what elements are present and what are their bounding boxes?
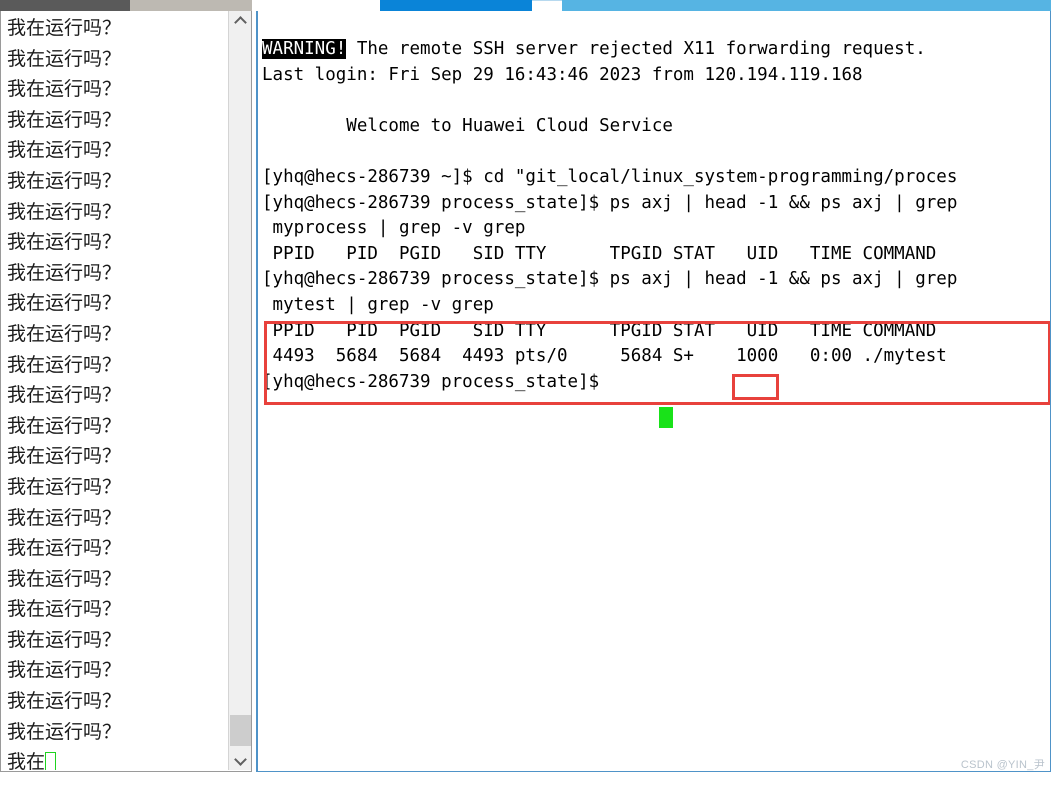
terminal-text: 4493 5684 5684 4493 pts/0 5684 S+ 1000 0…	[262, 346, 947, 367]
output-line: 我在运行吗？	[7, 353, 122, 376]
output-line: 我在运行吗？	[7, 261, 122, 284]
terminal-line: WARNING! The remote SSH server rejected …	[262, 37, 1050, 63]
scroll-down-arrow-icon[interactable]	[229, 750, 251, 770]
output-line: 我在运行吗？	[7, 506, 122, 529]
terminal-line: [yhq@hecs-286739 process_state]$ ps axj …	[262, 267, 1050, 293]
output-line: 我在运行吗？	[7, 598, 122, 621]
terminal-cursor	[659, 407, 673, 428]
output-line: 我在运行吗？	[7, 720, 122, 743]
terminal-text: [yhq@hecs-286739 process_state]$ ps axj …	[262, 192, 958, 213]
output-line: 我在运行吗？	[7, 108, 122, 131]
output-cursor	[45, 752, 57, 770]
ssh-terminal-window[interactable]: WARNING! The remote SSH server rejected …	[256, 11, 1051, 772]
terminal-line: mytest | grep -v grep	[262, 293, 1050, 319]
terminal-line: [yhq@hecs-286739 process_state]$ ps axj …	[262, 191, 1050, 217]
terminal-text: [yhq@hecs-286739 process_state]$ ps axj …	[262, 269, 958, 290]
terminal-text: PPID PID PGID SID TTY TPGID STAT UID TIM…	[262, 320, 937, 341]
output-line: 我在运行吗？	[7, 628, 122, 651]
chrome-gap	[252, 0, 380, 11]
scroll-up-arrow-icon[interactable]	[229, 11, 251, 31]
output-line: 我在运行吗？	[7, 384, 122, 407]
output-line: 我在运行吗？	[7, 169, 122, 192]
terminal-text: Last login: Fri Sep 29 16:43:46 2023 fro…	[262, 64, 863, 85]
output-line: 我在运行吗？	[7, 445, 122, 468]
terminal-screen[interactable]: WARNING! The remote SSH server rejected …	[258, 11, 1050, 769]
terminal-line: [yhq@hecs-286739 ~]$ cd "git_local/linux…	[262, 165, 1050, 191]
output-line: 我在运行吗？	[7, 17, 122, 39]
program-output-text: 我在运行吗？ 我在运行吗？ 我在运行吗？ 我在运行吗？ 我在运行吗？ 我在运行吗？ 我在运行…	[1, 11, 229, 770]
terminal-titlebar-accent	[380, 0, 532, 11]
output-line: 我在运行吗？	[7, 292, 122, 315]
output-line: 我在运行吗？	[7, 414, 122, 437]
terminal-line: 4493 5684 5684 4493 pts/0 5684 S+ 1000 0…	[262, 344, 1050, 370]
terminal-text: [yhq@hecs-286739 process_state]$	[262, 371, 610, 392]
terminal-text: mytest | grep -v grep	[262, 294, 494, 315]
output-line: 我在运行吗？	[7, 537, 122, 560]
output-line: 我在运行吗？	[7, 231, 122, 254]
terminal-inverted-text: WARNING!	[262, 39, 347, 59]
terminal-line: myprocess | grep -v grep	[262, 216, 1050, 242]
scrollbar-thumb[interactable]	[230, 715, 251, 746]
terminal-text: Welcome to Huawei Cloud Service	[262, 115, 673, 136]
page-bottom-fill	[0, 772, 1051, 786]
output-line: 我在运行吗？	[7, 690, 122, 713]
terminal-line: PPID PID PGID SID TTY TPGID STAT UID TIM…	[262, 242, 1050, 268]
terminal-line: Welcome to Huawei Cloud Service	[262, 114, 1050, 140]
output-line: 我在运行吗？	[7, 475, 122, 498]
output-line: 我在运行吗？	[7, 200, 122, 223]
watermark: CSDN @YIN_尹	[960, 759, 1045, 771]
output-line: 我在运行吗？	[7, 567, 122, 590]
output-line: 我在运行吗？	[7, 659, 122, 682]
output-line: 我在运行吗？	[7, 78, 122, 101]
terminal-text: myprocess | grep -v grep	[262, 218, 526, 239]
terminal-line: PPID PID PGID SID TTY TPGID STAT UID TIM…	[262, 319, 1050, 345]
output-line: 我在运行吗？	[7, 139, 122, 162]
program-output-window: 我在运行吗？ 我在运行吗？ 我在运行吗？ 我在运行吗？ 我在运行吗？ 我在运行吗？ 我在运行…	[0, 11, 252, 772]
terminal-text: [yhq@hecs-286739 ~]$ cd "git_local/linux…	[262, 166, 958, 187]
output-scrollbar[interactable]	[228, 11, 251, 770]
terminal-line: Last login: Fri Sep 29 16:43:46 2023 fro…	[262, 63, 1050, 89]
output-line: 我在运行吗？	[7, 322, 122, 345]
terminal-titlebar-fill	[562, 0, 1051, 11]
output-line-partial-text: 我在	[7, 751, 46, 770]
terminal-output: WARNING! The remote SSH server rejected …	[262, 37, 1050, 396]
output-line: 我在运行吗？	[7, 47, 122, 70]
terminal-text: PPID PID PGID SID TTY TPGID STAT UID TIM…	[262, 243, 937, 264]
terminal-text: The remote SSH server rejected X11 forwa…	[346, 39, 926, 59]
output-line-partial: 我在	[7, 747, 229, 770]
terminal-line: [yhq@hecs-286739 process_state]$	[262, 370, 1050, 396]
